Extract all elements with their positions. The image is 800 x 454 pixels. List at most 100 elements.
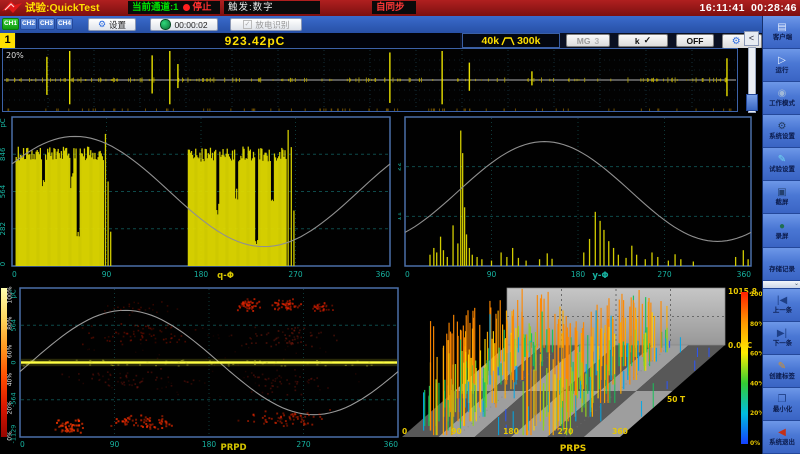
svg-text:180: 180 bbox=[571, 270, 586, 279]
minimize-icon: ❐ bbox=[778, 394, 787, 405]
discharge-recognition-button[interactable]: ✓ 放电识别 bbox=[230, 18, 302, 31]
sidebar-item-label: 系统退出 bbox=[769, 439, 795, 446]
prpd-plot[interactable]: 100%80%60%40%20%0%pC5640-564-11290901802… bbox=[0, 283, 400, 454]
sidebar-item-system-settings[interactable]: ⚙ 系统设置 bbox=[763, 115, 800, 148]
gear-icon: ⚙ bbox=[98, 20, 106, 29]
svg-text:0: 0 bbox=[0, 262, 7, 266]
svg-text:80%: 80% bbox=[750, 321, 762, 328]
svg-text:90: 90 bbox=[451, 427, 461, 436]
filter-band-display[interactable]: 40k 300k bbox=[462, 33, 560, 48]
off-button[interactable]: OFF bbox=[676, 34, 714, 47]
next-icon: ▶| bbox=[777, 328, 787, 339]
test-settings-icon: ✎ bbox=[778, 154, 786, 165]
svg-text:180: 180 bbox=[194, 270, 209, 279]
collapse-panel-button[interactable]: < bbox=[744, 31, 759, 46]
discharge-reading: 923.42pC bbox=[191, 34, 286, 48]
svg-text:PRPD: PRPD bbox=[221, 443, 247, 453]
vertical-scrollbar[interactable] bbox=[748, 47, 756, 113]
svg-text:270: 270 bbox=[657, 270, 672, 279]
filter-high-label: 300k bbox=[517, 35, 540, 47]
qphi-histogram[interactable]: pC8465642820090180270360q-Φ bbox=[0, 114, 398, 283]
sidebar-item-exit[interactable]: ◀系统退出 bbox=[763, 421, 800, 454]
svg-text:20%: 20% bbox=[750, 410, 762, 417]
sidebar-item-client[interactable]: ▤客户端 bbox=[763, 16, 800, 49]
client-icon: ▤ bbox=[777, 22, 786, 33]
sidebar-item-label: 截屏 bbox=[776, 200, 789, 207]
channel-button-ch2[interactable]: CH2 bbox=[20, 18, 37, 30]
prps-3d-plot[interactable]: 1015.80.0pC50 T090180270360PRPS100%80%60… bbox=[395, 283, 762, 454]
svg-text:0: 0 bbox=[20, 440, 25, 449]
channel-badge: 1 bbox=[0, 33, 15, 48]
svg-text:180: 180 bbox=[503, 427, 519, 436]
check-icon: ✓ bbox=[644, 35, 652, 46]
create-label-icon: ✎ bbox=[778, 361, 786, 372]
sidebar-item-label: 工作模式 bbox=[769, 101, 795, 108]
mg-label: MG bbox=[577, 36, 591, 46]
sidebar-item-work-mode[interactable]: ◉工作模式 bbox=[763, 82, 800, 115]
measurement-header: 1 923.42pC 40k 300k MG 3 k ✓ OFF ⚙ ✕ bbox=[0, 33, 762, 48]
sidebar-item-next[interactable]: ▶|下一条 bbox=[763, 322, 800, 355]
mg-button[interactable]: MG 3 bbox=[566, 34, 610, 47]
filter-low-label: 40k bbox=[482, 35, 500, 47]
title-bar: 试验:QuickTest 当前通道:1停止 触发:数字 自同步 16:11:41… bbox=[0, 0, 800, 16]
sidebar-item-label: 最小化 bbox=[772, 406, 791, 413]
sidebar-item-storage-records[interactable]: 存储记录 bbox=[763, 248, 800, 281]
stop-indicator-icon bbox=[183, 4, 190, 11]
svg-text:90: 90 bbox=[102, 270, 112, 279]
settings-button[interactable]: ⚙ 设置 bbox=[88, 18, 136, 31]
discharge-recognition-label: 放电识别 bbox=[255, 19, 289, 31]
pulse-strip-chart[interactable]: 20% bbox=[2, 48, 738, 112]
channel-button-ch3[interactable]: CH3 bbox=[38, 18, 55, 30]
screen-record-icon: ● bbox=[779, 221, 785, 232]
nphi-histogram[interactable]: 2211090180270360y-Φ bbox=[398, 114, 754, 283]
svg-text:40%: 40% bbox=[750, 380, 762, 387]
sidebar-scroll-divider[interactable]: ⌄ bbox=[763, 281, 800, 289]
bandpass-icon bbox=[501, 36, 515, 46]
svg-text:0: 0 bbox=[10, 360, 18, 364]
svg-text:360: 360 bbox=[376, 270, 391, 279]
sidebar-item-label: 运行 bbox=[776, 67, 789, 74]
system-settings-icon: ⚙ bbox=[778, 121, 787, 132]
previous-icon: |◀ bbox=[777, 295, 787, 306]
sidebar-item-label: 上一条 bbox=[772, 307, 791, 314]
sidebar-item-label: 创建标签 bbox=[769, 373, 795, 380]
svg-text:60%: 60% bbox=[750, 351, 762, 358]
svg-text:90: 90 bbox=[110, 440, 120, 449]
run-icon: ▷ bbox=[778, 55, 786, 66]
timer-value: 00:00:02 bbox=[174, 20, 207, 30]
channel-button-group: CH1CH2CH3CH4 bbox=[2, 18, 73, 30]
sidebar-item-screen-record[interactable]: ●录屏 bbox=[763, 214, 800, 247]
gear-icon[interactable]: ⚙ bbox=[732, 36, 741, 47]
sidebar-item-screenshot[interactable]: ▣截屏 bbox=[763, 181, 800, 214]
sidebar-item-run[interactable]: ▷运行 bbox=[763, 49, 800, 82]
svg-text:20%: 20% bbox=[6, 51, 24, 60]
svg-text:pC: pC bbox=[0, 118, 7, 127]
svg-text:pC: pC bbox=[10, 289, 18, 298]
channel-button-ch4[interactable]: CH4 bbox=[56, 18, 73, 30]
svg-text:564: 564 bbox=[10, 319, 18, 331]
k-unit-button[interactable]: k ✓ bbox=[618, 34, 668, 47]
svg-text:270: 270 bbox=[288, 270, 303, 279]
sidebar-item-label: 系统设置 bbox=[769, 134, 795, 141]
sidebar-item-create-label[interactable]: ✎创建标签 bbox=[763, 355, 800, 388]
svg-text:0: 0 bbox=[12, 270, 17, 279]
svg-text:q-Φ: q-Φ bbox=[217, 271, 234, 281]
current-channel-label: 当前通道:1 bbox=[132, 2, 178, 13]
scrollbar-thumb[interactable] bbox=[746, 94, 758, 111]
svg-text:100%: 100% bbox=[750, 291, 762, 298]
svg-text:60%: 60% bbox=[7, 344, 14, 358]
sidebar-item-label: 下一条 bbox=[772, 340, 791, 347]
svg-text:846: 846 bbox=[0, 147, 7, 161]
svg-text:360: 360 bbox=[612, 427, 628, 436]
svg-text:270: 270 bbox=[558, 427, 574, 436]
exit-icon: ◀ bbox=[778, 427, 786, 438]
check-icon: ✓ bbox=[243, 20, 253, 29]
sidebar-item-previous[interactable]: |◀上一条 bbox=[763, 289, 800, 322]
channel-button-ch1[interactable]: CH1 bbox=[2, 18, 19, 30]
sidebar-item-label: 存储记录 bbox=[769, 266, 795, 273]
sidebar-item-test-settings[interactable]: ✎试验设置 bbox=[763, 148, 800, 181]
svg-text:-1129: -1129 bbox=[10, 425, 18, 444]
time-of-day: 16:11:41 bbox=[700, 2, 745, 14]
timer-button[interactable]: 00:00:02 bbox=[150, 18, 218, 31]
sidebar-item-minimize[interactable]: ❐最小化 bbox=[763, 388, 800, 421]
